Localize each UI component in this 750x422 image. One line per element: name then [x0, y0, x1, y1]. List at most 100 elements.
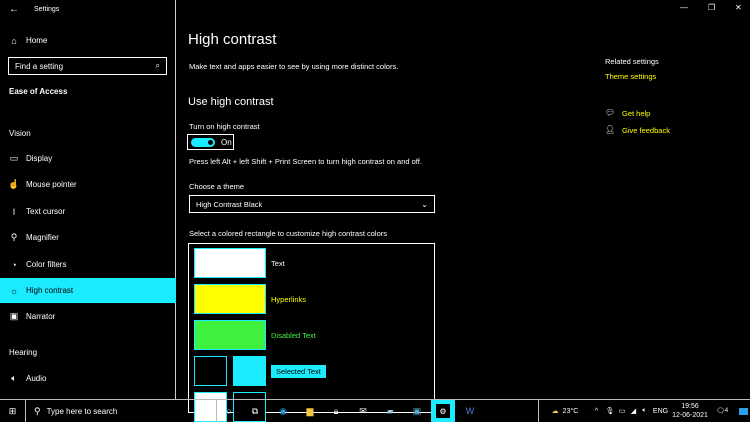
item-label: Narrator: [26, 312, 56, 321]
show-desktop-button[interactable]: [736, 400, 750, 422]
clock-time: 19:56: [681, 403, 699, 410]
microphone-icon: 🎙︎: [605, 408, 615, 415]
notepad-button[interactable]: ▰: [379, 400, 401, 422]
selected-text-label: Selected Text: [271, 365, 326, 378]
toggle-track: [191, 137, 215, 147]
sidebar-item-display[interactable]: ▭ Display: [0, 146, 176, 171]
selected-text-fg-swatch[interactable]: [194, 356, 227, 386]
cortana-button[interactable]: ○: [218, 400, 240, 422]
sidebar-item-high-contrast[interactable]: ☼ High contrast: [0, 278, 176, 303]
mail-button[interactable]: ✉: [352, 400, 374, 422]
taskbar-search-placeholder: Type here to search: [46, 406, 118, 416]
toggle-state: On: [221, 137, 232, 147]
close-button[interactable]: ✕: [735, 3, 742, 12]
home-label: Home: [26, 36, 48, 45]
show-hidden-icons-button[interactable]: ^: [590, 400, 603, 422]
chevron-up-icon: ^: [594, 407, 599, 415]
clock[interactable]: 19:56 12-06-2021: [672, 400, 708, 422]
item-label: High contrast: [26, 286, 74, 295]
get-help-link[interactable]: Get help: [622, 109, 650, 118]
settings-taskbar-button[interactable]: ⚙: [431, 400, 455, 422]
get-help-icon: 💬︎: [605, 108, 616, 117]
sidebar-item-audio[interactable]: 🔈︎ Audio: [0, 366, 176, 391]
language-label: ENG: [652, 407, 669, 415]
battery-button[interactable]: ▭: [616, 400, 628, 422]
battery-icon: ▭: [618, 408, 626, 415]
notepad-icon: ▰: [386, 405, 394, 416]
maximize-button[interactable]: ❐: [708, 3, 715, 12]
feedback-icon: 👤︎: [605, 125, 616, 134]
search-input[interactable]: Find a setting ⌕: [8, 57, 167, 75]
sidebar-item-home[interactable]: ⌂ Home: [0, 28, 176, 53]
shortcut-hint: Press left Alt + left Shift + Print Scre…: [189, 157, 422, 166]
volume-button[interactable]: 🔈︎: [639, 400, 650, 422]
page-description: Make text and apps easier to see by usin…: [189, 62, 399, 71]
sidebar-item-narrator[interactable]: ▣ Narrator: [0, 304, 176, 329]
selected-text-bg-swatch[interactable]: [233, 356, 266, 386]
related-settings-heading: Related settings: [605, 57, 659, 66]
word-icon: W: [465, 406, 475, 416]
notification-count: 4: [724, 408, 729, 414]
theme-label: Choose a theme: [189, 182, 245, 191]
theme-settings-link[interactable]: Theme settings: [605, 72, 656, 81]
wifi-icon: ◢: [630, 408, 637, 415]
disabled-text-color-swatch[interactable]: [194, 320, 266, 350]
magnifier-icon: ⚲: [10, 232, 18, 242]
action-center-button[interactable]: 🗨︎ 4: [713, 400, 731, 422]
search-icon: ⚲: [34, 405, 41, 416]
cortana-icon: ○: [226, 406, 232, 416]
sidebar-item-mouse-pointer[interactable]: ☝ Mouse pointer: [0, 172, 176, 197]
task-view-icon: ⧉: [251, 405, 259, 416]
clock-date: 12-06-2021: [672, 412, 708, 419]
item-label: Magnifier: [26, 233, 59, 242]
network-button[interactable]: ◢: [628, 400, 639, 422]
sidebar-item-magnifier[interactable]: ⚲ Magnifier: [0, 225, 176, 250]
section-title: Use high contrast: [188, 96, 274, 108]
folder-icon: ▆: [306, 405, 314, 416]
text-color-label: Text: [271, 259, 285, 268]
task-view-button[interactable]: ⧉: [244, 400, 266, 422]
start-button[interactable]: ⊞: [0, 400, 25, 422]
hyperlinks-color-swatch[interactable]: [194, 284, 266, 314]
photos-button[interactable]: ▣: [406, 400, 428, 422]
weather-widget[interactable]: ☁ 23°C: [540, 400, 590, 422]
theme-value: High Contrast Black: [196, 199, 263, 209]
taskbar-search[interactable]: ⚲ Type here to search: [26, 400, 216, 422]
edge-icon: ◉: [279, 405, 287, 416]
mail-icon: ✉: [359, 405, 367, 416]
high-contrast-toggle[interactable]: On: [187, 134, 234, 150]
toggle-label: Turn on high contrast: [189, 122, 260, 131]
theme-dropdown[interactable]: High Contrast Black ⌄: [189, 195, 435, 213]
text-color-swatch[interactable]: [194, 248, 266, 278]
store-button[interactable]: 🔒︎: [325, 400, 347, 422]
item-label: Display: [26, 154, 53, 163]
item-label: Color filters: [26, 260, 67, 269]
gear-icon: ⚙: [436, 404, 450, 418]
file-explorer-button[interactable]: ▆: [299, 400, 321, 422]
back-button[interactable]: ←: [9, 4, 19, 15]
hyperlinks-label: Hyperlinks: [271, 295, 307, 304]
desktop-icon: [738, 407, 748, 415]
notification-icon: 🗨︎: [715, 408, 725, 415]
sidebar-item-text-cursor[interactable]: I Text cursor: [0, 199, 176, 224]
display-icon: ▭: [9, 153, 19, 163]
give-feedback-link[interactable]: Give feedback: [622, 126, 670, 135]
speaker-icon: 🔈︎: [642, 407, 647, 414]
photos-icon: ▣: [412, 405, 422, 416]
chevron-down-icon: ⌄: [421, 199, 428, 209]
search-placeholder: Find a setting: [15, 61, 64, 71]
mouse-pointer-icon: ☝: [8, 179, 20, 189]
meet-now-button[interactable]: 🎙︎: [604, 400, 616, 422]
store-icon: 🔒︎: [333, 405, 339, 416]
minimize-button[interactable]: —: [680, 3, 688, 12]
word-button[interactable]: W: [459, 400, 481, 422]
page-title: High contrast: [188, 31, 277, 48]
item-label: Text cursor: [26, 207, 66, 216]
windows-icon: ⊞: [8, 405, 17, 416]
sidebar-item-color-filters[interactable]: ◔ Color filters: [0, 252, 176, 277]
category-heading: Ease of Access: [9, 87, 68, 96]
language-button[interactable]: ENG: [651, 400, 670, 422]
color-filters-icon: ◔: [11, 259, 17, 270]
sidebar: ← Settings ⌂ Home Find a setting ⌕ Ease of…: [0, 0, 176, 400]
edge-button[interactable]: ◉: [272, 400, 294, 422]
